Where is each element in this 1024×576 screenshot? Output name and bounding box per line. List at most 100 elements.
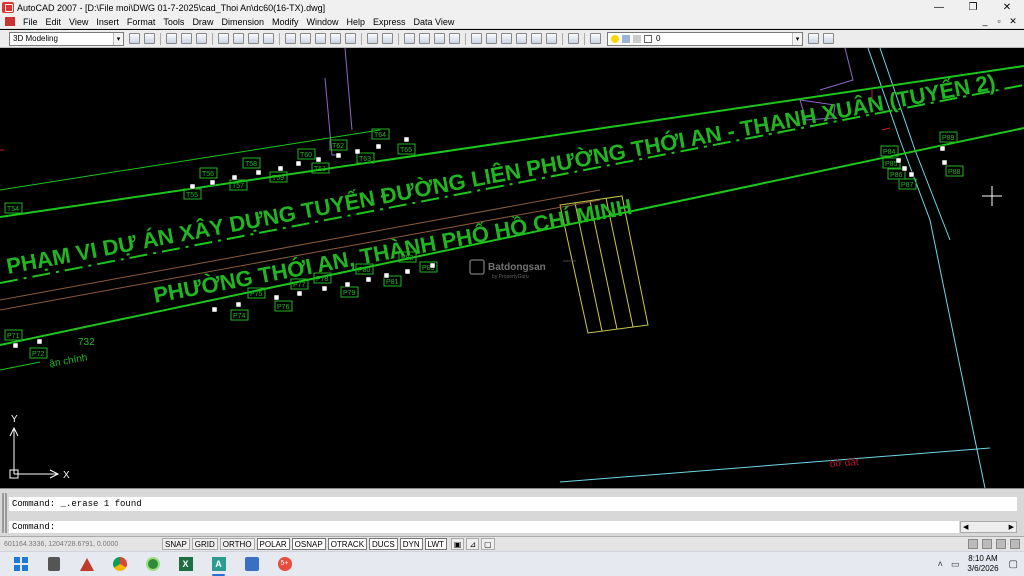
menu-modify[interactable]: Modify: [268, 17, 303, 27]
workspace-save-icon[interactable]: [144, 33, 155, 44]
cut-icon[interactable]: [285, 33, 296, 44]
toolbar-lock-icon[interactable]: [982, 539, 992, 549]
point-label: P74: [233, 313, 246, 320]
layer-manager-icon[interactable]: [590, 33, 601, 44]
ortho-toggle[interactable]: ORTHO: [219, 538, 255, 550]
help-icon[interactable]: [568, 33, 579, 44]
status-menu-icon[interactable]: [996, 539, 1006, 549]
mdi-restore-button[interactable]: ▫: [992, 16, 1006, 27]
lwt-toggle[interactable]: LWT: [424, 538, 447, 550]
notification-icon[interactable]: ▢: [1009, 559, 1018, 570]
menu-file[interactable]: File: [19, 17, 42, 27]
point-label: T56: [202, 171, 214, 178]
plot-preview-icon[interactable]: [233, 33, 244, 44]
match-properties-icon[interactable]: [330, 33, 341, 44]
new-file-icon[interactable]: [166, 33, 177, 44]
menu-help[interactable]: Help: [343, 17, 370, 27]
communication-center-icon[interactable]: [968, 539, 978, 549]
pan-icon[interactable]: [404, 33, 415, 44]
coccoc-app-icon[interactable]: [136, 552, 169, 576]
paste-icon[interactable]: [315, 33, 326, 44]
point-label: P87: [901, 182, 914, 189]
viewport-icon[interactable]: ▢: [481, 538, 495, 550]
block-editor-icon[interactable]: [345, 33, 356, 44]
dyn-toggle[interactable]: DYN: [399, 538, 423, 550]
toolbar-separator: [562, 32, 563, 45]
make-object-layer-current-icon[interactable]: [808, 33, 819, 44]
sheet-set-icon[interactable]: [516, 33, 527, 44]
minimize-button[interactable]: —: [922, 0, 956, 15]
excel-app-icon[interactable]: X: [169, 552, 202, 576]
autocad-2007-app-icon[interactable]: A: [202, 552, 235, 576]
redo-icon[interactable]: [382, 33, 393, 44]
word-app-icon[interactable]: [235, 552, 268, 576]
zoom-window-icon[interactable]: [434, 33, 445, 44]
undo-icon[interactable]: [367, 33, 378, 44]
publish-icon[interactable]: [248, 33, 259, 44]
properties-icon[interactable]: [471, 33, 482, 44]
menu-insert[interactable]: Insert: [92, 17, 123, 27]
scroll-right-icon[interactable]: ▶: [1009, 523, 1014, 531]
tool-palettes-icon[interactable]: [501, 33, 512, 44]
command-input[interactable]: Command:: [9, 521, 959, 533]
chevron-up-icon[interactable]: ˄: [938, 559, 943, 569]
markup-icon[interactable]: [531, 33, 542, 44]
road-boundary-upper: [0, 65, 1024, 218]
workspace-settings-icon[interactable]: [129, 33, 140, 44]
save-icon[interactable]: [196, 33, 207, 44]
menu-tools[interactable]: Tools: [159, 17, 188, 27]
clean-screen-icon[interactable]: [1010, 539, 1020, 549]
3d-dwf-icon[interactable]: [263, 33, 274, 44]
ducs-toggle[interactable]: DUCS: [369, 538, 398, 550]
autocad-red-app-icon[interactable]: [70, 552, 103, 576]
survey-point-marker: [895, 157, 902, 164]
snap-toggle[interactable]: SNAP: [162, 538, 190, 550]
cad-drawing[interactable]: PHẠM VI DỰ ÁN XÂY DỰNG TUYẾN ĐƯỜNG LIÊN …: [0, 48, 1024, 488]
watermark-domain: .com.vn: [562, 258, 576, 263]
menu-view[interactable]: View: [65, 17, 92, 27]
osnap-toggle[interactable]: OSNAP: [291, 538, 326, 550]
grid-toggle[interactable]: GRID: [191, 538, 218, 550]
menu-format[interactable]: Format: [123, 17, 160, 27]
point-label: T64: [374, 132, 386, 139]
otrack-toggle[interactable]: OTRACK: [327, 538, 368, 550]
window-title: AutoCAD 2007 - [D:\File moi\DWG 01-7-202…: [17, 2, 326, 13]
clock[interactable]: 8:10 AM 3/6/2026: [967, 554, 998, 574]
model-space-icon[interactable]: ▣: [450, 538, 465, 550]
menu-data-view[interactable]: Data View: [410, 17, 459, 27]
menu-window[interactable]: Window: [303, 17, 343, 27]
scroll-left-icon[interactable]: ◀: [963, 523, 968, 531]
zoom-realtime-icon[interactable]: [419, 33, 430, 44]
mdi-minimize-button[interactable]: _: [978, 16, 992, 27]
layer-select[interactable]: 0 ▾: [607, 31, 803, 46]
network-icon[interactable]: ▭: [951, 559, 960, 570]
menu-express[interactable]: Express: [369, 17, 410, 27]
annotation-scale-icon[interactable]: ⊿: [466, 538, 480, 550]
drawing-canvas[interactable]: PHẠM VI DỰ ÁN XÂY DỰNG TUYẾN ĐƯỜNG LIÊN …: [0, 48, 1024, 488]
menu-edit[interactable]: Edit: [42, 17, 66, 27]
menu-dimension[interactable]: Dimension: [217, 17, 268, 27]
chrome-app-icon[interactable]: [103, 552, 136, 576]
open-file-icon[interactable]: [181, 33, 192, 44]
drag-handle-icon[interactable]: [2, 493, 7, 533]
restore-button[interactable]: ❐: [956, 0, 990, 15]
close-button[interactable]: ✕: [990, 0, 1024, 15]
calculator-app-icon[interactable]: [37, 552, 70, 576]
quickcalc-icon[interactable]: [546, 33, 557, 44]
command-scrollbar[interactable]: ◀ ▶: [960, 521, 1017, 533]
boundary-cyan-line: [0, 442, 1024, 488]
autocad-app-icon[interactable]: [2, 2, 14, 13]
workspace-select[interactable]: 3D Modeling ▾: [9, 31, 124, 46]
survey-point-marker: [189, 183, 196, 190]
mdi-close-button[interactable]: ✕: [1006, 16, 1020, 27]
polar-toggle[interactable]: POLAR: [256, 538, 290, 550]
document-icon[interactable]: [5, 17, 15, 26]
start-button[interactable]: [4, 552, 37, 576]
menu-draw[interactable]: Draw: [188, 17, 217, 27]
design-center-icon[interactable]: [486, 33, 497, 44]
layer-previous-icon[interactable]: [823, 33, 834, 44]
print-icon[interactable]: [218, 33, 229, 44]
copy-icon[interactable]: [300, 33, 311, 44]
messenger-app-icon[interactable]: 5+: [268, 552, 301, 576]
zoom-previous-icon[interactable]: [449, 33, 460, 44]
